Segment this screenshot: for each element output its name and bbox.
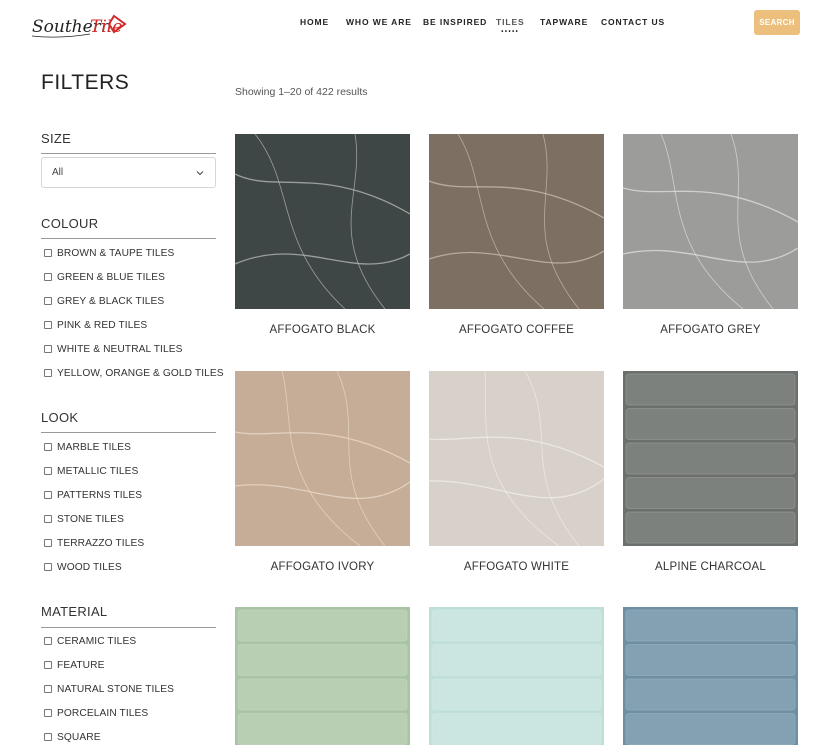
look-filter-title: LOOK: [41, 410, 79, 425]
filter-option-label: WHITE & NEUTRAL TILES: [57, 343, 183, 355]
checkbox[interactable]: [44, 515, 52, 523]
filter-option[interactable]: GREEN & BLUE TILES: [44, 270, 165, 284]
product-name[interactable]: AFFOGATO BLACK: [215, 324, 430, 336]
checkbox[interactable]: [44, 345, 52, 353]
results-count: Showing 1–20 of 422 results: [235, 86, 368, 98]
checkbox[interactable]: [44, 733, 52, 741]
svg-text:Tile: Tile: [90, 17, 122, 37]
checkbox[interactable]: [44, 467, 52, 475]
checkbox[interactable]: [44, 685, 52, 693]
product-image[interactable]: [623, 134, 798, 309]
checkbox[interactable]: [44, 321, 52, 329]
nav-item-home[interactable]: HOME: [300, 17, 329, 27]
filter-option[interactable]: CERAMIC TILES: [44, 634, 136, 648]
checkbox[interactable]: [44, 637, 52, 645]
filter-option-label: GREEN & BLUE TILES: [57, 271, 166, 283]
material-filter-title: MATERIAL: [41, 604, 108, 619]
checkbox[interactable]: [44, 709, 52, 717]
nav-item-tapware[interactable]: TAPWARE: [540, 17, 588, 27]
nav-item-label: WHO WE ARE: [346, 17, 412, 27]
filter-option-label: PINK & RED TILES: [57, 319, 148, 331]
chevron-down-icon: [196, 171, 204, 176]
colour-filter-title: COLOUR: [41, 216, 99, 231]
nav-item-label: HOME: [300, 17, 330, 27]
divider: [41, 432, 216, 433]
filter-option-label: GREY & BLACK TILES: [57, 295, 165, 307]
checkbox[interactable]: [44, 443, 52, 451]
size-select[interactable]: All: [41, 157, 216, 188]
filter-option-label: BROWN & TAUPE TILES: [57, 247, 175, 259]
filter-option[interactable]: PINK & RED TILES: [44, 318, 147, 332]
filter-option-label: YELLOW, ORANGE & GOLD TILES: [57, 367, 224, 379]
filter-option[interactable]: SQUARE: [44, 730, 101, 744]
divider: [41, 153, 216, 154]
nav-item-tiles[interactable]: TILES •••••: [496, 17, 525, 35]
site-header: Southern Tile HOME WHO WE ARE BE INSPIRED T…: [0, 0, 840, 46]
filter-option[interactable]: NATURAL STONE TILES: [44, 682, 174, 696]
size-filter-title: SIZE: [41, 131, 72, 146]
product-name[interactable]: AFFOGATO IVORY: [215, 561, 430, 573]
filter-option[interactable]: WOOD TILES: [44, 560, 122, 574]
filter-option[interactable]: FEATURE: [44, 658, 105, 672]
product-image[interactable]: [235, 371, 410, 546]
product-image[interactable]: [429, 607, 604, 745]
filter-option-label: STONE TILES: [57, 513, 124, 525]
filter-option[interactable]: MARBLE TILES: [44, 440, 131, 454]
size-select-value: All: [52, 167, 64, 178]
filter-option-label: TERRAZZO TILES: [57, 537, 145, 549]
filter-option[interactable]: TERRAZZO TILES: [44, 536, 144, 550]
filter-option-label: WOOD TILES: [57, 561, 122, 573]
filter-option[interactable]: GREY & BLACK TILES: [44, 294, 164, 308]
product-name[interactable]: AFFOGATO GREY: [603, 324, 818, 336]
nav-item-label: TAPWARE: [540, 17, 589, 27]
checkbox[interactable]: [44, 491, 52, 499]
filter-option[interactable]: YELLOW, ORANGE & GOLD TILES: [44, 366, 224, 380]
filter-option-label: METALLIC TILES: [57, 465, 139, 477]
nav-item-label: CONTACT US: [601, 17, 666, 27]
search-button[interactable]: SEARCH: [754, 10, 800, 35]
checkbox[interactable]: [44, 249, 52, 257]
checkbox[interactable]: [44, 273, 52, 281]
product-image[interactable]: [623, 607, 798, 745]
southern-tile-logo[interactable]: Southern Tile: [30, 8, 128, 42]
filter-option-label: PATTERNS TILES: [57, 489, 143, 501]
filter-option-label: MARBLE TILES: [57, 441, 132, 453]
checkbox[interactable]: [44, 539, 52, 547]
nav-item-contact-us[interactable]: CONTACT US: [601, 17, 665, 27]
filter-option[interactable]: PORCELAIN TILES: [44, 706, 148, 720]
checkbox[interactable]: [44, 369, 52, 377]
filter-option-label: SQUARE: [57, 731, 101, 743]
checkbox[interactable]: [44, 661, 52, 669]
filter-option[interactable]: PATTERNS TILES: [44, 488, 142, 502]
product-image[interactable]: [623, 371, 798, 546]
divider: [41, 627, 216, 628]
filter-option-label: CERAMIC TILES: [57, 635, 137, 647]
nav-item-label: TILES: [496, 17, 525, 27]
filters-heading: FILTERS: [41, 71, 130, 94]
product-image[interactable]: [235, 607, 410, 745]
nav-item-be-inspired[interactable]: BE INSPIRED: [423, 17, 487, 27]
divider: [41, 238, 216, 239]
nav-item-label: BE INSPIRED: [423, 17, 488, 27]
filter-option[interactable]: BROWN & TAUPE TILES: [44, 246, 174, 260]
checkbox[interactable]: [44, 297, 52, 305]
filter-option-label: FEATURE: [57, 659, 105, 671]
product-image[interactable]: [235, 134, 410, 309]
filter-option[interactable]: METALLIC TILES: [44, 464, 138, 478]
product-name[interactable]: AFFOGATO COFFEE: [409, 324, 624, 336]
checkbox[interactable]: [44, 563, 52, 571]
product-image[interactable]: [429, 371, 604, 546]
product-name[interactable]: AFFOGATO WHITE: [409, 561, 624, 573]
product-name[interactable]: ALPINE CHARCOAL: [603, 561, 818, 573]
active-indicator: •••••: [501, 29, 520, 35]
filter-option[interactable]: STONE TILES: [44, 512, 124, 526]
filter-option[interactable]: WHITE & NEUTRAL TILES: [44, 342, 183, 356]
nav-item-who-we-are[interactable]: WHO WE ARE: [346, 17, 412, 27]
product-image[interactable]: [429, 134, 604, 309]
filter-option-label: NATURAL STONE TILES: [57, 683, 175, 695]
filter-option-label: PORCELAIN TILES: [57, 707, 149, 719]
